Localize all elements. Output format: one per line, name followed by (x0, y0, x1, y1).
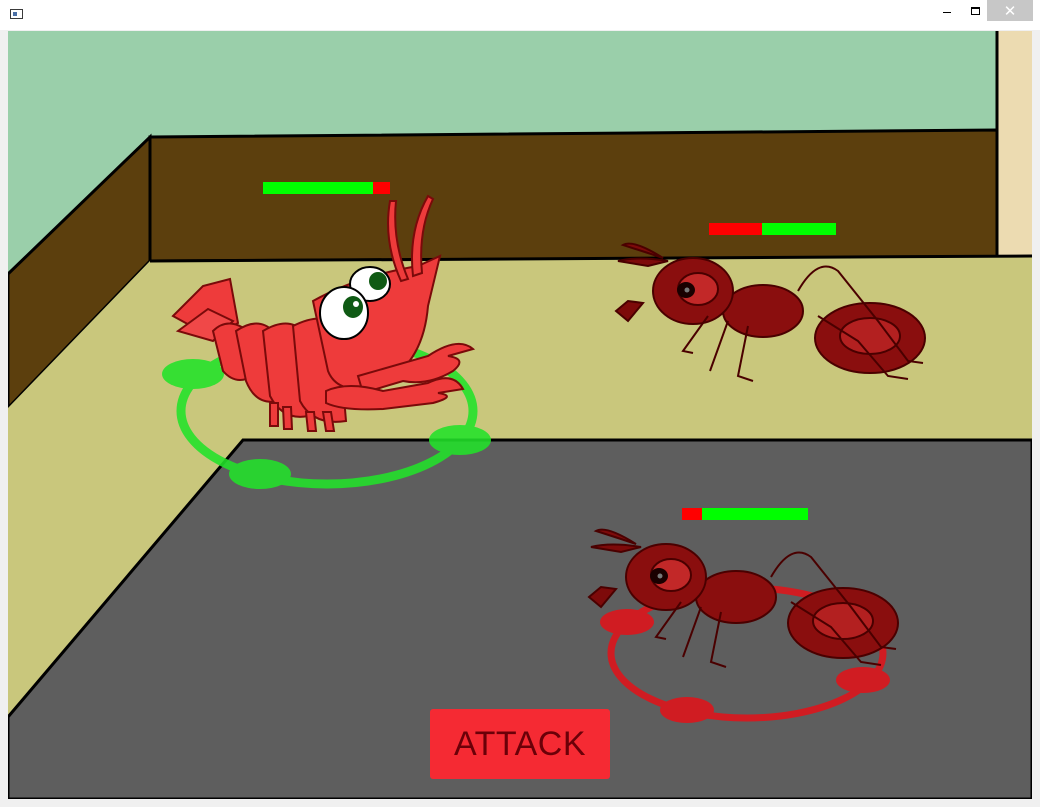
health-bar-lobster (263, 182, 390, 194)
minimize-icon (943, 12, 951, 13)
close-icon: ✕ (1003, 2, 1017, 20)
health-lost (682, 508, 703, 520)
health-remaining (762, 223, 836, 235)
scene-svg (8, 31, 1032, 799)
health-remaining (263, 182, 374, 194)
health-bar-ant-top (709, 223, 836, 235)
maximize-icon (970, 6, 980, 15)
attack-button-label: ATTACK (453, 724, 587, 763)
attack-button[interactable]: ATTACK (430, 709, 610, 779)
baseboard-back (148, 128, 999, 263)
health-remaining (702, 508, 808, 520)
close-button[interactable]: ✕ (987, 0, 1033, 21)
health-bar-ant-bottom (682, 508, 808, 520)
game-canvas[interactable]: ATTACK (8, 31, 1032, 799)
door-frame (997, 31, 1032, 257)
app-window-icon (10, 9, 23, 19)
health-lost (709, 223, 763, 235)
health-lost (373, 182, 390, 194)
title-bar: ✕ (0, 0, 1040, 30)
